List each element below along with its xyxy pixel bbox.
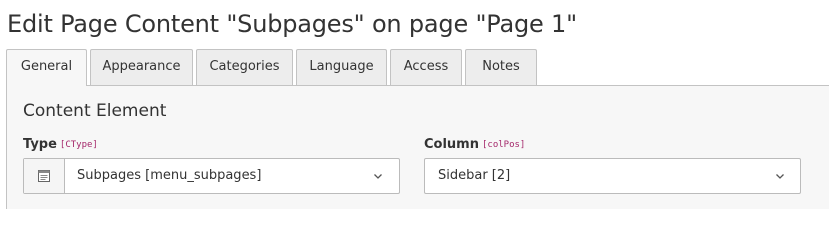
chevron-down-icon bbox=[776, 174, 784, 179]
type-field-code: [CType] bbox=[59, 140, 98, 150]
content-element-icon bbox=[24, 159, 65, 193]
tab-appearance[interactable]: Appearance bbox=[90, 49, 193, 85]
tab-language[interactable]: Language bbox=[296, 49, 387, 85]
type-select-value: Subpages [menu_subpages] bbox=[77, 168, 262, 183]
column-select-value: Sidebar [2] bbox=[438, 168, 511, 183]
tab-notes[interactable]: Notes bbox=[465, 49, 537, 85]
chevron-down-icon bbox=[374, 174, 382, 179]
column-field-code: [colPos] bbox=[481, 140, 526, 150]
column-label-text: Column bbox=[424, 137, 479, 152]
page-title: Edit Page Content "Subpages" on page "Pa… bbox=[7, 10, 577, 38]
column-select[interactable]: Sidebar [2] bbox=[424, 158, 801, 194]
column-field-label: Column [colPos] bbox=[424, 137, 525, 153]
type-field-label: Type [CType] bbox=[23, 137, 98, 153]
general-tab-panel: Content Element Type [CType] Subpages [me… bbox=[6, 85, 829, 209]
tab-access[interactable]: Access bbox=[390, 49, 462, 85]
type-select[interactable]: Subpages [menu_subpages] bbox=[23, 158, 400, 194]
section-title: Content Element bbox=[23, 101, 167, 121]
tab-general[interactable]: General bbox=[6, 49, 87, 86]
tab-categories[interactable]: Categories bbox=[196, 49, 293, 85]
type-label-text: Type bbox=[23, 137, 57, 152]
tab-bar: General Appearance Categories Language A… bbox=[6, 49, 537, 86]
